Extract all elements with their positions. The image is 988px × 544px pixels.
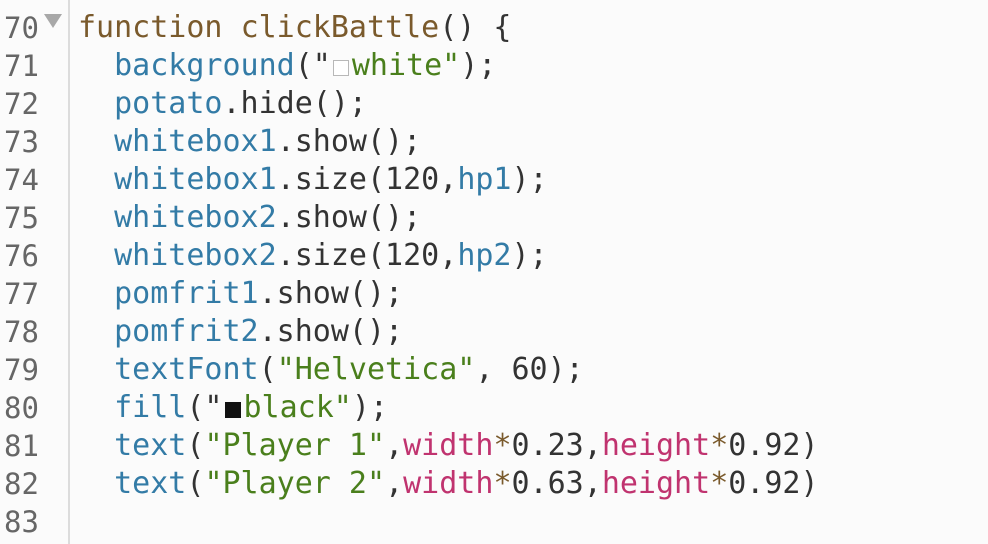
code-token: width xyxy=(403,428,494,463)
code-token: .show(); xyxy=(258,314,404,349)
code-line[interactable]: text("Player 1",width*0.23,height*0.92) xyxy=(78,427,819,465)
code-token: "Player 1" xyxy=(204,428,386,463)
code-token: * xyxy=(710,428,729,463)
code-token: * xyxy=(493,428,512,463)
code-token: (" xyxy=(186,390,223,425)
line-number: 75 xyxy=(4,201,39,235)
code-token: height xyxy=(601,428,711,463)
line-number: 73 xyxy=(4,125,39,159)
code-token: whitebox2 xyxy=(114,200,277,235)
code-token: ); xyxy=(460,48,497,83)
line-number: 72 xyxy=(4,87,39,121)
code-token: 0.92) xyxy=(728,428,819,463)
code-token: pomfrit2 xyxy=(114,314,259,349)
code-token: ); xyxy=(511,162,548,197)
line-number: 83 xyxy=(4,505,39,539)
code-token: ( xyxy=(186,466,205,501)
code-token: .show(); xyxy=(276,124,422,159)
code-token: text xyxy=(114,466,187,501)
code-token: ); xyxy=(351,390,388,425)
code-token: .show(); xyxy=(276,200,422,235)
code-editor[interactable]: 69 70 71 72 73 74 75 76 77 78 79 80 81 82 83 function… xyxy=(0,0,988,544)
color-swatch-black-icon[interactable] xyxy=(224,402,241,418)
fold-triangle-icon[interactable] xyxy=(44,14,62,28)
code-token: , xyxy=(385,428,404,463)
code-line[interactable]: potato.hide(); xyxy=(78,85,367,123)
code-token: whitebox1 xyxy=(114,124,277,159)
code-token: height xyxy=(601,466,711,501)
line-number: 81 xyxy=(4,429,39,463)
code-token: hp1 xyxy=(457,162,512,197)
code-line[interactable]: background(" white"); xyxy=(78,47,496,85)
code-line[interactable]: fill(" black"); xyxy=(78,389,388,427)
line-number: 80 xyxy=(4,391,39,425)
code-token: fill xyxy=(114,390,187,425)
line-number: 74 xyxy=(4,163,39,197)
code-line[interactable]: textFont("Helvetica", 60); xyxy=(78,351,584,389)
code-token: pomfrit1 xyxy=(114,276,259,311)
code-token: , xyxy=(385,466,404,501)
code-token: "Helvetica" xyxy=(276,352,476,387)
code-token: text xyxy=(114,428,187,463)
code-token: function xyxy=(78,10,223,45)
code-line[interactable]: whitebox1.show(); xyxy=(78,123,421,161)
code-token: whitebox2 xyxy=(114,238,277,273)
code-token: .size(120, xyxy=(276,238,458,273)
code-token: (" xyxy=(294,48,331,83)
code-token: "Player 2" xyxy=(204,466,386,501)
code-token: * xyxy=(710,466,729,501)
code-token: width xyxy=(403,466,494,501)
line-number: 77 xyxy=(4,277,39,311)
line-number-partial: 69 xyxy=(4,0,39,8)
code-token: 0.23, xyxy=(511,428,602,463)
code-line[interactable]: pomfrit2.show(); xyxy=(78,313,403,351)
code-token: .size(120, xyxy=(276,162,458,197)
code-token: , 60); xyxy=(475,352,584,387)
line-number: 78 xyxy=(4,315,39,349)
code-token: white" xyxy=(351,48,461,83)
code-line[interactable]: function clickBattle() { xyxy=(78,9,512,47)
code-token: clickBattle xyxy=(240,10,440,45)
code-token: potato xyxy=(114,86,223,121)
code-token: background xyxy=(114,48,295,83)
line-number: 71 xyxy=(4,49,39,83)
code-token: ); xyxy=(511,238,548,273)
color-swatch-white-icon[interactable] xyxy=(332,60,349,76)
code-line[interactable]: whitebox2.size(120,hp2); xyxy=(78,237,548,275)
code-token: whitebox1 xyxy=(114,162,277,197)
line-number: 70 xyxy=(4,11,39,45)
code-token: ( xyxy=(186,428,205,463)
line-number: 82 xyxy=(4,467,39,501)
line-number-gutter: 69 70 71 72 73 74 75 76 77 78 79 80 81 82 83 xyxy=(0,0,70,544)
code-line[interactable]: whitebox1.size(120,hp1); xyxy=(78,161,548,199)
code-line[interactable]: whitebox2.show(); xyxy=(78,199,421,237)
code-token: * xyxy=(493,466,512,501)
code-token: hp2 xyxy=(457,238,512,273)
code-token: .hide(); xyxy=(222,86,368,121)
line-number: 76 xyxy=(4,239,39,273)
code-token: 0.92) xyxy=(728,466,819,501)
code-token: black" xyxy=(243,390,352,425)
code-token: () { xyxy=(439,10,512,45)
code-token: .show(); xyxy=(258,276,404,311)
code-line[interactable]: text("Player 2",width*0.63,height*0.92) xyxy=(78,465,819,503)
line-number: 79 xyxy=(4,353,39,387)
code-line[interactable]: pomfrit1.show(); xyxy=(78,275,403,313)
code-token: textFont xyxy=(114,352,259,387)
code-token: ( xyxy=(258,352,277,387)
code-token: 0.63, xyxy=(511,466,602,501)
